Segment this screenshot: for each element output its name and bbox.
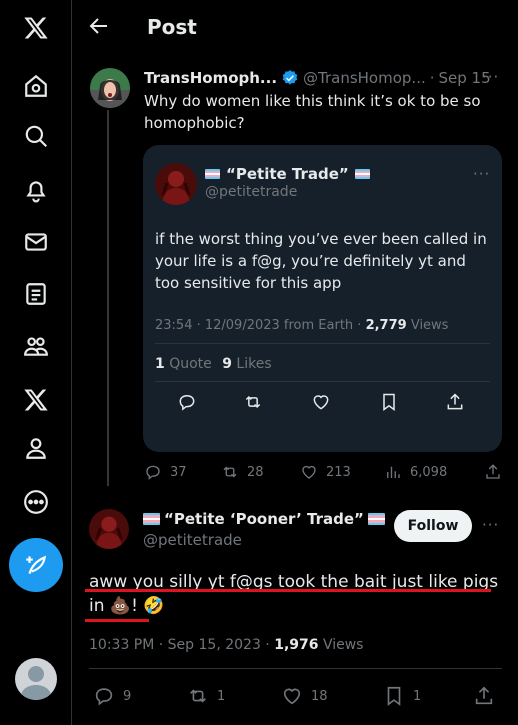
lists-icon[interactable]	[14, 272, 58, 316]
more-options-icon[interactable]: ···	[482, 68, 499, 86]
trans-flag-icon	[367, 513, 385, 525]
like-button[interactable]: 18	[281, 685, 328, 707]
author-handle[interactable]: @TransHomop...	[303, 69, 426, 87]
quoted-views-count: 2,779	[365, 318, 407, 333]
reply-meta: 10:33 PM · Sep 15, 2023 · 1,976 Views	[89, 637, 363, 653]
verified-badge-icon	[282, 70, 298, 85]
share-button[interactable]	[484, 463, 510, 481]
divider	[155, 343, 490, 344]
quoted-views-label: Views	[406, 318, 449, 333]
likes-count[interactable]: 9	[222, 356, 232, 372]
notifications-icon[interactable]	[14, 168, 58, 212]
red-underline-annotation	[85, 589, 491, 592]
reply-views-count: 1,976	[274, 637, 319, 653]
views-icon	[387, 466, 400, 478]
quoted-timestamp: 23:54 · 12/09/2023 from Earth ·	[155, 318, 366, 333]
reply-more-options-icon[interactable]: ···	[482, 516, 499, 534]
reply-timestamp[interactable]: 10:33 PM · Sep 15, 2023 ·	[89, 637, 274, 653]
quoted-post-meta: 23:54 · 12/09/2023 from Earth · 2,779 Vi…	[155, 318, 448, 333]
quoted-post-card[interactable]: “Petite Trade” @petitetrade ··· if the w…	[143, 145, 502, 452]
reply-text: aww you silly yt f@gs took the bait just…	[89, 572, 499, 616]
quoted-post-text: if the worst thing you’ve ever been call…	[155, 230, 487, 292]
like-icon[interactable]	[311, 392, 333, 414]
reply-count: 9	[123, 688, 132, 704]
like-icon	[302, 465, 316, 479]
reply-icon	[95, 688, 113, 706]
back-arrow-icon[interactable]	[87, 14, 115, 42]
compose-post-button[interactable]	[9, 538, 63, 592]
share-icon[interactable]	[445, 392, 467, 414]
like-button[interactable]: 213	[300, 463, 351, 481]
reply-button[interactable]: 37	[144, 463, 187, 481]
reply-icon	[146, 465, 160, 480]
x-logo-icon[interactable]	[14, 6, 58, 50]
bookmark-count: 1	[413, 688, 422, 704]
trans-flag-icon	[143, 513, 160, 525]
page-header: Post	[73, 0, 518, 56]
quoted-post-stats: 1 Quote 9 Likes	[155, 356, 272, 372]
more-icon[interactable]	[14, 480, 58, 524]
trans-flag-icon	[205, 169, 220, 179]
bookmark-button[interactable]: 1	[383, 685, 421, 707]
author-name[interactable]: TransHomoph...	[144, 69, 277, 87]
communities-icon[interactable]	[14, 324, 58, 368]
reply-author-handle[interactable]: @petitetrade	[143, 531, 242, 549]
like-count: 213	[326, 464, 351, 480]
tweet-header: TransHomoph... @TransHomop... · Sep 15	[144, 68, 491, 88]
divider	[155, 381, 490, 382]
share-icon	[486, 464, 500, 479]
reply-author-avatar[interactable]	[89, 509, 129, 549]
account-avatar[interactable]	[15, 658, 57, 700]
profile-icon[interactable]	[14, 426, 58, 470]
thread-line	[107, 110, 109, 486]
reply-actions: 9 1 18 1	[89, 685, 504, 709]
repost-button[interactable]: 1	[187, 685, 225, 707]
quote-label[interactable]: Quote	[165, 356, 212, 372]
repost-icon[interactable]	[243, 392, 265, 414]
like-icon	[283, 688, 301, 705]
views-button[interactable]: 6,098	[384, 463, 447, 481]
premium-icon[interactable]	[14, 378, 58, 422]
reply-count: 37	[170, 464, 187, 480]
quoted-post-actions	[173, 392, 473, 416]
red-underline-annotation	[85, 619, 149, 622]
bookmark-icon[interactable]	[379, 392, 401, 414]
share-button[interactable]	[473, 685, 503, 707]
likes-label[interactable]: Likes	[232, 356, 271, 372]
reply-views-label: Views	[318, 637, 364, 653]
page-title: Post	[147, 15, 197, 39]
search-icon[interactable]	[14, 114, 58, 158]
tweet-text: Why do women like this think it’s ok to …	[144, 92, 481, 132]
tweet-actions: 37 28 213 6,098	[144, 463, 504, 487]
quote-count[interactable]: 1	[155, 356, 165, 372]
bookmark-icon	[387, 686, 401, 706]
main-column: Post TransHomoph... @TransHomop... · Sep…	[73, 0, 518, 725]
like-count: 18	[311, 688, 328, 704]
reply-author-name-row: “Petite ‘Pooner’ Trade”	[143, 510, 385, 528]
feather-plus-icon	[26, 555, 47, 575]
quoted-author-avatar[interactable]	[155, 163, 197, 205]
repost-button[interactable]: 28	[221, 463, 264, 481]
repost-count: 28	[247, 464, 264, 480]
share-icon	[475, 686, 493, 705]
repost-icon	[223, 466, 237, 478]
divider	[89, 668, 502, 669]
follow-button[interactable]: Follow	[394, 510, 472, 542]
reply-button[interactable]: 9	[93, 685, 131, 707]
separator-dot: ·	[429, 69, 435, 87]
quoted-author-handle[interactable]: @petitetrade	[205, 184, 297, 200]
reply-author-name[interactable]: “Petite ‘Pooner’ Trade”	[164, 510, 364, 528]
quoted-author-name-row: “Petite Trade”	[205, 165, 370, 183]
sidebar	[0, 0, 72, 725]
quoted-more-options-icon[interactable]: ···	[473, 165, 490, 183]
author-avatar[interactable]	[90, 68, 130, 108]
views-count: 6,098	[410, 464, 448, 480]
messages-icon[interactable]	[14, 220, 58, 264]
repost-icon	[190, 689, 206, 703]
repost-count: 1	[217, 688, 226, 704]
home-icon[interactable]	[14, 64, 58, 108]
reply-icon[interactable]	[177, 392, 199, 414]
quoted-author-name[interactable]: “Petite Trade”	[226, 165, 349, 183]
trans-flag-icon	[354, 169, 370, 179]
